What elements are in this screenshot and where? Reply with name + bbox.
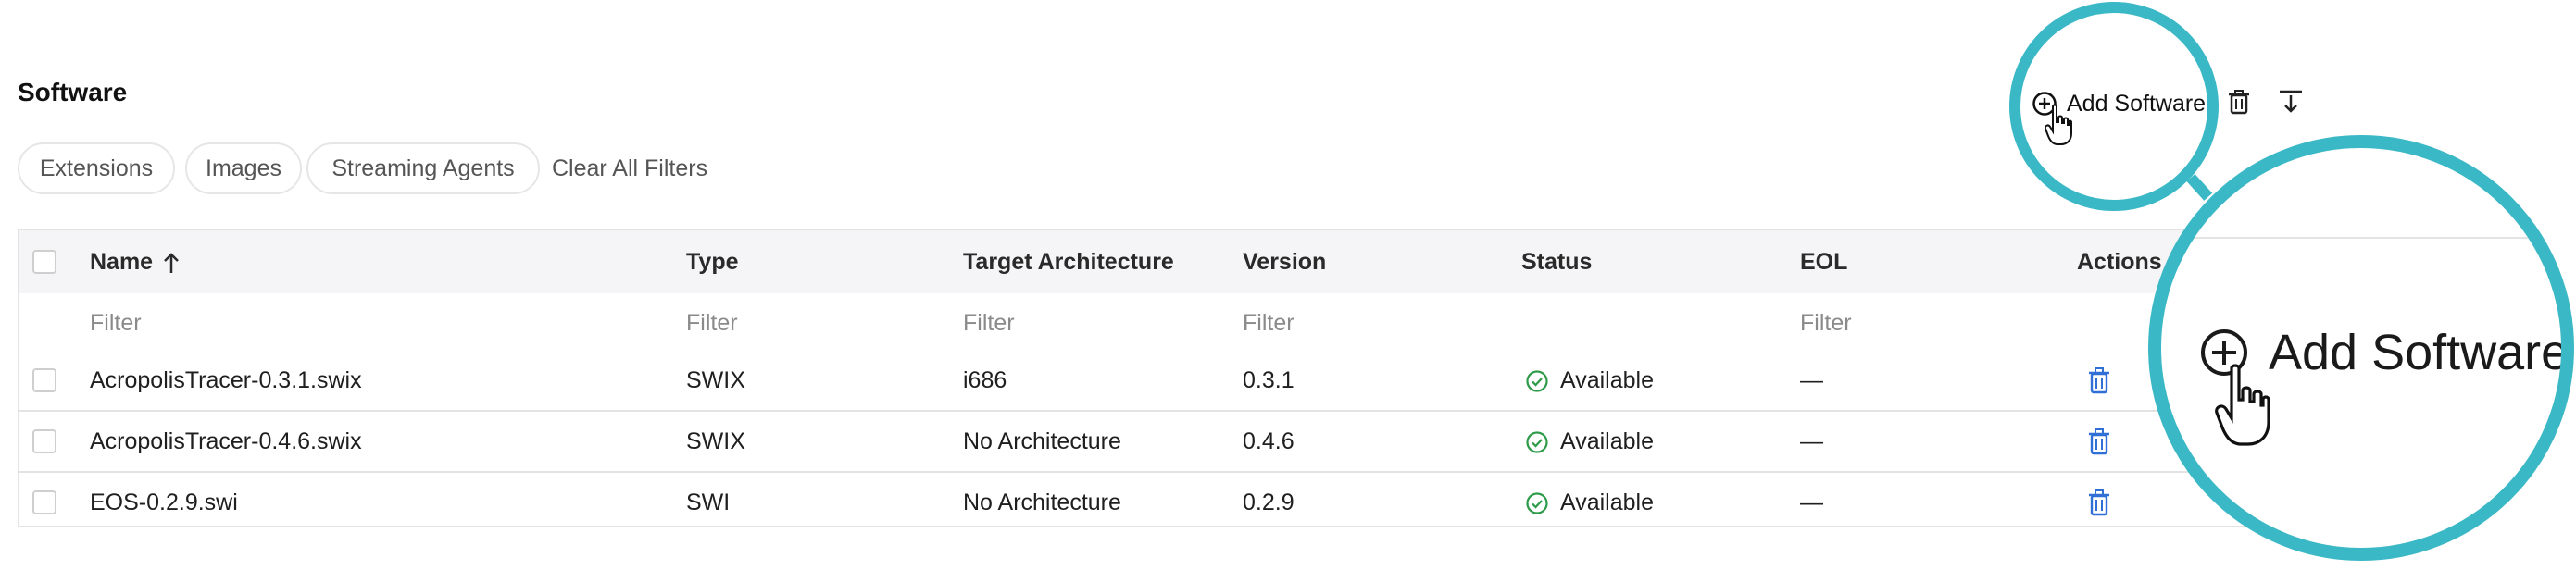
row-type: SWI xyxy=(686,489,731,515)
row-status-label: Available xyxy=(1560,428,1655,454)
column-header-arch[interactable]: Target Architecture xyxy=(963,249,1174,276)
row-version: 0.2.9 xyxy=(1243,489,1294,515)
filter-row: Filter Filter Filter Filter Filter xyxy=(19,293,2294,353)
table-row[interactable]: EOS-0.2.9.swi SWI No Architecture 0.2.9 … xyxy=(19,473,2294,526)
clear-filters-link[interactable]: Clear All Filters xyxy=(552,155,707,182)
magnifier-connector xyxy=(2186,173,2213,201)
magnifier-zoom: Add Software xyxy=(2148,135,2574,561)
row-arch: i686 xyxy=(963,367,1007,393)
check-circle-icon xyxy=(1526,430,1548,453)
row-arch: No Architecture xyxy=(963,428,1121,454)
row-checkbox[interactable] xyxy=(32,368,56,392)
column-header-status[interactable]: Status xyxy=(1521,249,1592,276)
row-eol: — xyxy=(1800,367,1823,393)
row-type: SWIX xyxy=(686,367,745,393)
version-filter-input[interactable]: Filter xyxy=(1243,310,1294,337)
row-status-label: Available xyxy=(1560,367,1655,393)
row-status: Available xyxy=(1525,367,1654,394)
row-status-label: Available xyxy=(1560,489,1655,515)
row-version: 0.3.1 xyxy=(1243,367,1294,393)
name-filter-input[interactable]: Filter xyxy=(90,310,142,337)
delete-row-icon[interactable] xyxy=(2086,488,2112,517)
row-name: AcropolisTracer-0.3.1.swix xyxy=(90,367,362,393)
magnifier-divider xyxy=(2161,237,2561,239)
download-icon[interactable] xyxy=(2274,85,2307,118)
arch-filter-input[interactable]: Filter xyxy=(963,310,1015,337)
column-header-name-label: Name xyxy=(90,249,154,275)
filter-chip-extensions[interactable]: Extensions xyxy=(18,142,175,194)
filter-chip-images[interactable]: Images xyxy=(185,142,302,194)
row-name: AcropolisTracer-0.4.6.swix xyxy=(90,428,362,454)
table-header: Name Type Target Architecture Version St… xyxy=(19,230,2294,293)
row-arch: No Architecture xyxy=(963,489,1121,515)
delete-row-icon[interactable] xyxy=(2086,366,2112,395)
row-checkbox[interactable] xyxy=(32,490,56,514)
check-circle-icon xyxy=(1526,491,1548,514)
column-header-type[interactable]: Type xyxy=(686,249,739,276)
hand-cursor-icon-large xyxy=(2215,364,2270,446)
table-row[interactable]: AcropolisTracer-0.4.6.swix SWIX No Archi… xyxy=(19,412,2294,473)
arrow-up-icon xyxy=(164,252,179,273)
eol-filter-input[interactable]: Filter xyxy=(1800,310,1852,337)
trash-icon[interactable] xyxy=(2222,85,2256,118)
row-eol: — xyxy=(1800,489,1823,515)
page-title: Software xyxy=(18,78,128,106)
select-all-checkbox[interactable] xyxy=(32,250,56,274)
row-status: Available xyxy=(1525,428,1654,455)
column-header-eol[interactable]: EOL xyxy=(1800,249,1847,276)
row-eol: — xyxy=(1800,428,1823,454)
column-header-actions: Actions xyxy=(2077,249,2162,275)
column-header-name[interactable]: Name xyxy=(90,249,181,276)
row-type: SWIX xyxy=(686,428,745,454)
software-table: Name Type Target Architecture Version St… xyxy=(18,229,2295,527)
delete-row-icon[interactable] xyxy=(2086,427,2112,456)
row-checkbox[interactable] xyxy=(32,429,56,453)
hand-cursor-icon xyxy=(2045,104,2072,145)
type-filter-input[interactable]: Filter xyxy=(686,310,738,337)
row-version: 0.4.6 xyxy=(1243,428,1294,454)
magnified-label: Add Software xyxy=(2269,325,2570,380)
table-row[interactable]: AcropolisTracer-0.3.1.swix SWIX i686 0.3… xyxy=(19,351,2294,412)
row-status: Available xyxy=(1525,489,1654,516)
row-name: EOS-0.2.9.swi xyxy=(90,489,238,515)
filter-chip-streaming-agents[interactable]: Streaming Agents xyxy=(306,142,540,194)
column-header-version[interactable]: Version xyxy=(1243,249,1326,276)
check-circle-icon xyxy=(1526,369,1548,392)
